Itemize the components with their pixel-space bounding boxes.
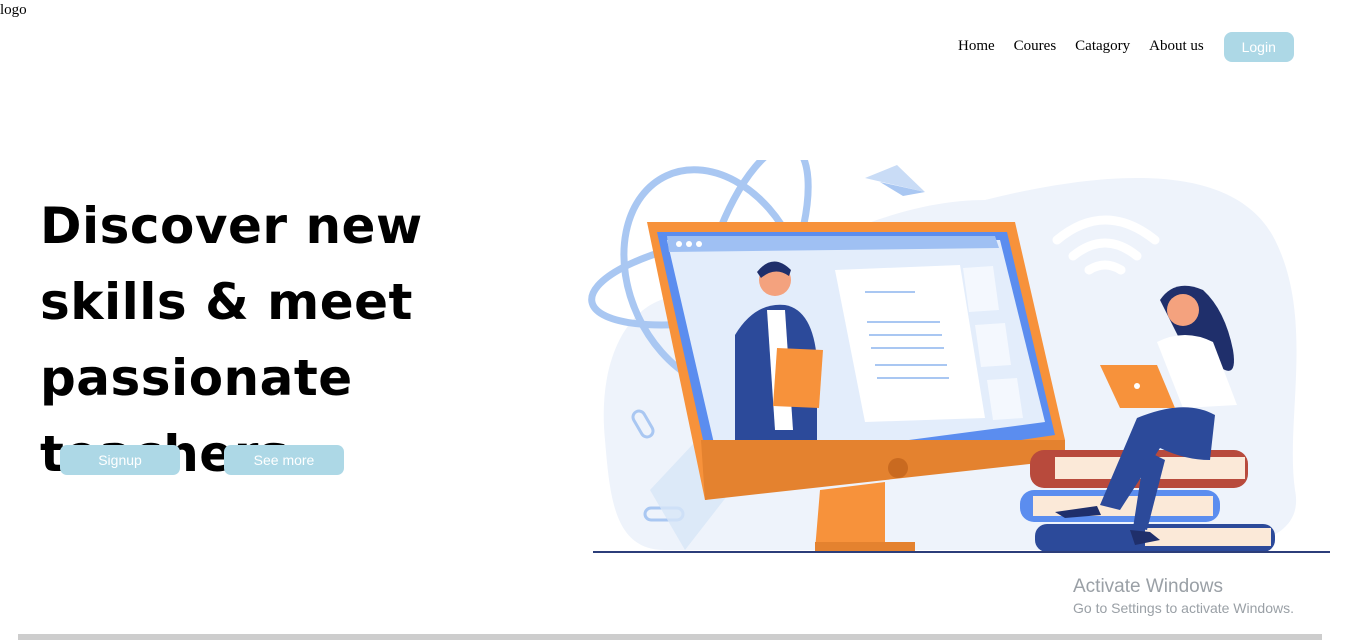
nav-home-link[interactable]: Home [958,36,995,56]
login-button[interactable]: Login [1223,32,1294,62]
horizontal-scrollbar[interactable] [18,634,1322,640]
signup-button[interactable]: Signup [60,445,180,475]
nav-category-link[interactable]: Catagory [1075,36,1130,56]
windows-activation-watermark: Activate Windows Go to Settings to activ… [1073,575,1294,617]
see-more-button[interactable]: See more [224,445,344,475]
main-nav: Home Coures Catagory About us Login [950,30,1294,62]
hero-illustration [588,160,1330,553]
nav-about-link[interactable]: About us [1149,36,1204,56]
nav-courses-link[interactable]: Coures [1014,36,1057,56]
watermark-title: Activate Windows [1073,576,1223,597]
watermark-subtitle: Go to Settings to activate Windows. [1073,600,1294,616]
paper-plane-icon [865,165,925,196]
logo: logo [0,2,27,18]
